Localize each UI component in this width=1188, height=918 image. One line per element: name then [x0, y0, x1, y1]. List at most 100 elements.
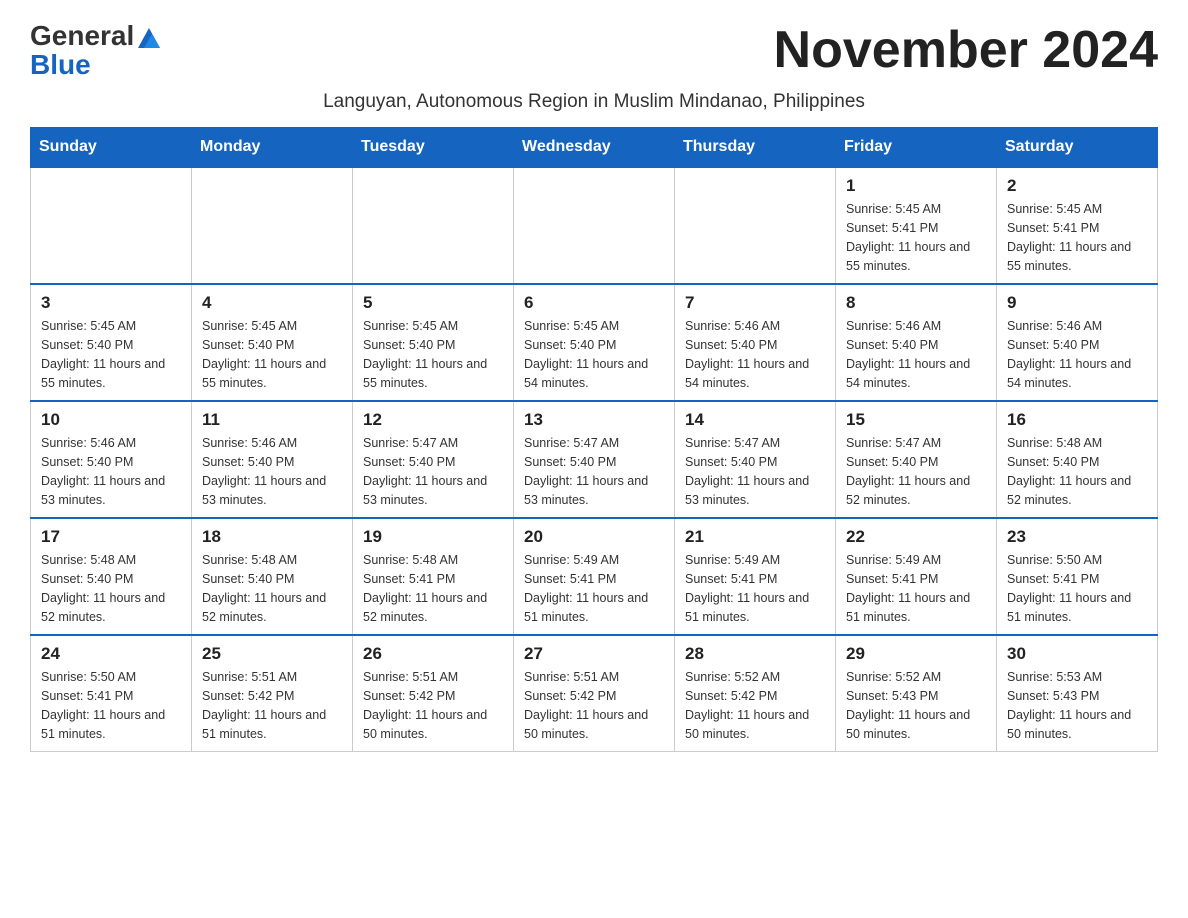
day-info: Sunrise: 5:50 AM Sunset: 5:41 PM Dayligh… [41, 668, 181, 743]
day-number: 2 [1007, 176, 1147, 196]
day-cell [675, 167, 836, 284]
day-cell: 5 Sunrise: 5:45 AM Sunset: 5:40 PM Daylig… [353, 284, 514, 401]
day-info: Sunrise: 5:47 AM Sunset: 5:40 PM Dayligh… [524, 434, 664, 509]
day-cell [192, 167, 353, 284]
day-number: 25 [202, 644, 342, 664]
day-cell: 18 Sunrise: 5:48 AM Sunset: 5:40 PM Dayli… [192, 518, 353, 635]
day-info: Sunrise: 5:47 AM Sunset: 5:40 PM Dayligh… [685, 434, 825, 509]
day-number: 5 [363, 293, 503, 313]
day-info: Sunrise: 5:45 AM Sunset: 5:40 PM Dayligh… [363, 317, 503, 392]
week-row-2: 3 Sunrise: 5:45 AM Sunset: 5:40 PM Daylig… [31, 284, 1158, 401]
month-title: November 2024 [774, 20, 1158, 80]
col-thursday: Thursday [675, 128, 836, 168]
logo-blue-text: Blue [30, 49, 91, 81]
day-number: 18 [202, 527, 342, 547]
day-info: Sunrise: 5:45 AM Sunset: 5:41 PM Dayligh… [1007, 200, 1147, 275]
day-info: Sunrise: 5:49 AM Sunset: 5:41 PM Dayligh… [846, 551, 986, 626]
day-info: Sunrise: 5:45 AM Sunset: 5:40 PM Dayligh… [524, 317, 664, 392]
col-wednesday: Wednesday [514, 128, 675, 168]
day-info: Sunrise: 5:46 AM Sunset: 5:40 PM Dayligh… [685, 317, 825, 392]
calendar-table: Sunday Monday Tuesday Wednesday Thursday… [30, 127, 1158, 752]
day-number: 17 [41, 527, 181, 547]
week-row-3: 10 Sunrise: 5:46 AM Sunset: 5:40 PM Dayli… [31, 401, 1158, 518]
day-number: 16 [1007, 410, 1147, 430]
day-cell [31, 167, 192, 284]
day-info: Sunrise: 5:48 AM Sunset: 5:41 PM Dayligh… [363, 551, 503, 626]
day-info: Sunrise: 5:48 AM Sunset: 5:40 PM Dayligh… [1007, 434, 1147, 509]
day-number: 4 [202, 293, 342, 313]
day-cell: 6 Sunrise: 5:45 AM Sunset: 5:40 PM Daylig… [514, 284, 675, 401]
day-number: 20 [524, 527, 664, 547]
logo: General Blue [30, 20, 160, 81]
day-number: 11 [202, 410, 342, 430]
day-cell: 22 Sunrise: 5:49 AM Sunset: 5:41 PM Dayli… [836, 518, 997, 635]
day-cell: 10Sunrise: 5:46 AM Sunset: 5:40 PM Dayli… [31, 401, 192, 518]
day-cell: 25Sunrise: 5:51 AM Sunset: 5:42 PM Dayli… [192, 635, 353, 752]
day-cell: 24 Sunrise: 5:50 AM Sunset: 5:41 PM Dayli… [31, 635, 192, 752]
day-number: 21 [685, 527, 825, 547]
day-number: 24 [41, 644, 181, 664]
day-number: 1 [846, 176, 986, 196]
day-info: Sunrise: 5:53 AM Sunset: 5:43 PM Dayligh… [1007, 668, 1147, 743]
col-sunday: Sunday [31, 128, 192, 168]
day-cell: 1 Sunrise: 5:45 AM Sunset: 5:41 PM Daylig… [836, 167, 997, 284]
day-info: Sunrise: 5:49 AM Sunset: 5:41 PM Dayligh… [524, 551, 664, 626]
logo-top: General [30, 20, 160, 53]
col-monday: Monday [192, 128, 353, 168]
day-number: 26 [363, 644, 503, 664]
day-number: 30 [1007, 644, 1147, 664]
day-cell [514, 167, 675, 284]
day-cell: 27 Sunrise: 5:51 AM Sunset: 5:42 PM Dayli… [514, 635, 675, 752]
day-number: 7 [685, 293, 825, 313]
day-cell: 16 Sunrise: 5:48 AM Sunset: 5:40 PM Dayli… [997, 401, 1158, 518]
day-number: 6 [524, 293, 664, 313]
day-cell: 13Sunrise: 5:47 AM Sunset: 5:40 PM Dayli… [514, 401, 675, 518]
col-tuesday: Tuesday [353, 128, 514, 168]
day-cell: 17Sunrise: 5:48 AM Sunset: 5:40 PM Dayli… [31, 518, 192, 635]
day-number: 14 [685, 410, 825, 430]
col-saturday: Saturday [997, 128, 1158, 168]
day-number: 23 [1007, 527, 1147, 547]
day-cell: 29 Sunrise: 5:52 AM Sunset: 5:43 PM Dayli… [836, 635, 997, 752]
day-info: Sunrise: 5:52 AM Sunset: 5:43 PM Dayligh… [846, 668, 986, 743]
day-info: Sunrise: 5:48 AM Sunset: 5:40 PM Dayligh… [202, 551, 342, 626]
subtitle: Languyan, Autonomous Region in Muslim Mi… [30, 91, 1158, 113]
day-info: Sunrise: 5:51 AM Sunset: 5:42 PM Dayligh… [524, 668, 664, 743]
day-info: Sunrise: 5:50 AM Sunset: 5:41 PM Dayligh… [1007, 551, 1147, 626]
day-number: 10 [41, 410, 181, 430]
day-cell: 15 Sunrise: 5:47 AM Sunset: 5:40 PM Dayli… [836, 401, 997, 518]
day-cell: 28Sunrise: 5:52 AM Sunset: 5:42 PM Dayli… [675, 635, 836, 752]
week-row-5: 24 Sunrise: 5:50 AM Sunset: 5:41 PM Dayli… [31, 635, 1158, 752]
day-info: Sunrise: 5:45 AM Sunset: 5:41 PM Dayligh… [846, 200, 986, 275]
day-cell: 9Sunrise: 5:46 AM Sunset: 5:40 PM Daylig… [997, 284, 1158, 401]
day-info: Sunrise: 5:46 AM Sunset: 5:40 PM Dayligh… [846, 317, 986, 392]
week-row-1: 1 Sunrise: 5:45 AM Sunset: 5:41 PM Daylig… [31, 167, 1158, 284]
day-info: Sunrise: 5:47 AM Sunset: 5:40 PM Dayligh… [846, 434, 986, 509]
logo-arrow-icon [138, 28, 160, 53]
week-row-4: 17 Sunrise: 5:48 AM Sunset: 5:40 PM Dayli… [31, 518, 1158, 635]
day-number: 12 [363, 410, 503, 430]
logo-general-text: General [30, 20, 134, 51]
day-cell: 11 Sunrise: 5:46 AM Sunset: 5:40 PM Dayli… [192, 401, 353, 518]
day-number: 3 [41, 293, 181, 313]
day-cell: 26 Sunrise: 5:51 AM Sunset: 5:42 PM Dayli… [353, 635, 514, 752]
day-cell: 21Sunrise: 5:49 AM Sunset: 5:41 PM Dayli… [675, 518, 836, 635]
day-number: 19 [363, 527, 503, 547]
day-cell: 20 Sunrise: 5:49 AM Sunset: 5:41 PM Dayli… [514, 518, 675, 635]
day-cell: 2 Sunrise: 5:45 AM Sunset: 5:41 PM Daylig… [997, 167, 1158, 284]
day-cell: 8Sunrise: 5:46 AM Sunset: 5:40 PM Daylig… [836, 284, 997, 401]
day-number: 15 [846, 410, 986, 430]
day-cell [353, 167, 514, 284]
day-cell: 14 Sunrise: 5:47 AM Sunset: 5:40 PM Dayli… [675, 401, 836, 518]
page-header: General Blue November 2024 [30, 20, 1158, 81]
day-cell: 7 Sunrise: 5:46 AM Sunset: 5:40 PM Daylig… [675, 284, 836, 401]
day-cell: 23 Sunrise: 5:50 AM Sunset: 5:41 PM Dayli… [997, 518, 1158, 635]
day-cell: 3Sunrise: 5:45 AM Sunset: 5:40 PM Daylig… [31, 284, 192, 401]
col-friday: Friday [836, 128, 997, 168]
calendar-header-row: Sunday Monday Tuesday Wednesday Thursday… [31, 128, 1158, 168]
day-number: 22 [846, 527, 986, 547]
day-info: Sunrise: 5:46 AM Sunset: 5:40 PM Dayligh… [202, 434, 342, 509]
day-info: Sunrise: 5:51 AM Sunset: 5:42 PM Dayligh… [363, 668, 503, 743]
day-number: 29 [846, 644, 986, 664]
day-number: 27 [524, 644, 664, 664]
